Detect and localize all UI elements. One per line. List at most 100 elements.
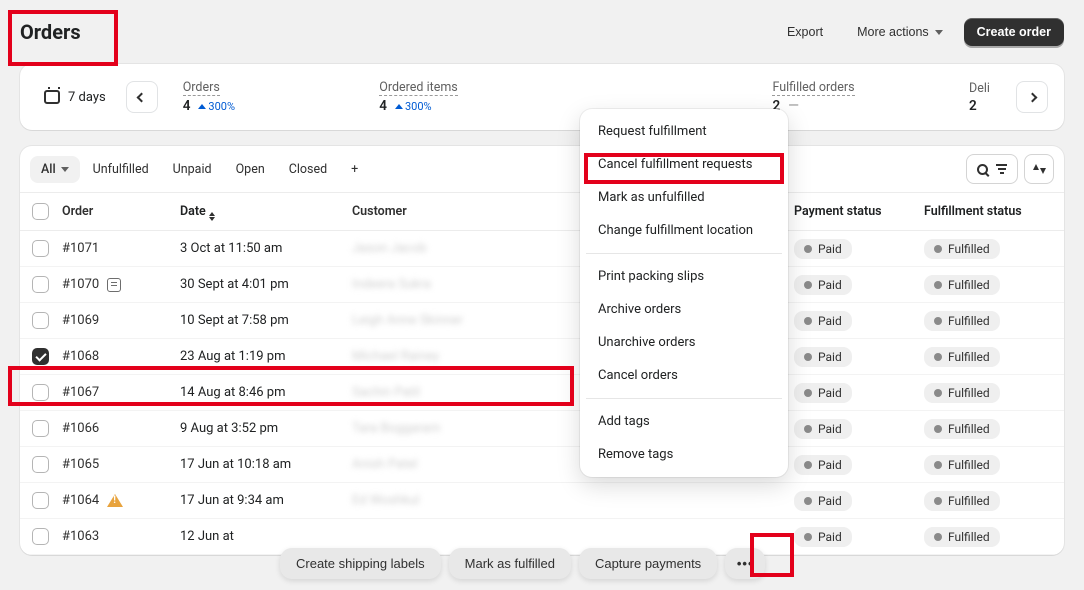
stat-delta: 300% xyxy=(198,100,235,113)
filter-icon xyxy=(996,164,1007,174)
payment-status-badge: Paid xyxy=(794,239,852,259)
stat-label: Ordered items xyxy=(379,80,457,96)
payment-status-badge: Paid xyxy=(794,491,852,511)
table-row[interactable]: #106823 Aug at 1:19 pmMichael RaineyPaid… xyxy=(20,339,1064,375)
row-checkbox[interactable] xyxy=(32,384,49,401)
col-date[interactable]: Date xyxy=(180,204,352,220)
customer-name: Sachin Patil xyxy=(352,385,602,400)
create-shipping-labels-button[interactable]: Create shipping labels xyxy=(280,548,441,579)
stat-ordered-items[interactable]: Ordered items 4 300% xyxy=(360,64,557,130)
tab-open[interactable]: Open xyxy=(225,156,276,183)
menu-item[interactable]: Mark as unfulfilled xyxy=(586,181,782,214)
stat-delivered[interactable]: Deli 2 xyxy=(950,64,1010,130)
period-selector[interactable]: 7 days xyxy=(30,64,120,130)
fulfillment-status-badge: Fulfilled xyxy=(924,347,1000,367)
chevron-down-icon xyxy=(61,167,69,172)
col-customer[interactable]: Customer xyxy=(352,204,602,219)
payment-status-badge: Paid xyxy=(794,527,852,547)
menu-item[interactable]: Unarchive orders xyxy=(586,326,782,359)
stat-value: 4 xyxy=(183,98,191,114)
menu-item[interactable]: Request fulfillment xyxy=(586,115,782,148)
menu-item[interactable]: Archive orders xyxy=(586,293,782,326)
more-actions-label: More actions xyxy=(857,25,929,39)
row-checkbox[interactable] xyxy=(32,456,49,473)
tab-closed[interactable]: Closed xyxy=(278,156,338,183)
tab-unfulfilled[interactable]: Unfulfilled xyxy=(82,156,160,183)
order-number: #1068 xyxy=(62,349,99,364)
fulfillment-status-badge: Fulfilled xyxy=(924,527,1000,547)
more-actions-button[interactable]: More actions xyxy=(844,18,956,46)
fulfillment-status-badge: Fulfilled xyxy=(924,311,1000,331)
table-row[interactable]: #106417 Jun at 9:34 amEd WoshkulPaidFulf… xyxy=(20,483,1064,519)
mark-as-fulfilled-button[interactable]: Mark as fulfilled xyxy=(449,548,571,579)
order-number: #1063 xyxy=(62,529,99,544)
payment-status-badge: Paid xyxy=(794,419,852,439)
search-filter-button[interactable] xyxy=(966,154,1018,184)
warning-icon xyxy=(107,494,123,507)
menu-item[interactable]: Add tags xyxy=(586,405,782,438)
col-payment-status[interactable]: Payment status xyxy=(794,204,924,219)
stat-delta: 300% xyxy=(395,100,432,113)
order-number: #1069 xyxy=(62,313,99,328)
fulfillment-status-badge: Fulfilled xyxy=(924,275,1000,295)
table-row[interactable]: #107030 Sept at 4:01 pmIndeera SukraPaid… xyxy=(20,267,1064,303)
menu-item[interactable]: Cancel orders xyxy=(586,359,782,392)
col-order[interactable]: Order xyxy=(62,204,180,219)
stats-prev-button[interactable] xyxy=(126,81,158,113)
export-button[interactable]: Export xyxy=(774,18,836,46)
table-row[interactable]: #10669 Aug at 3:52 pmTara BoggaramPaidFu… xyxy=(20,411,1064,447)
order-date: 10 Sept at 7:58 pm xyxy=(180,313,352,328)
menu-item[interactable]: Cancel fulfillment requests xyxy=(586,148,782,181)
row-checkbox[interactable] xyxy=(32,240,49,257)
menu-item[interactable]: Remove tags xyxy=(586,438,782,471)
table-row[interactable]: #106517 Jun at 10:18 amAnish PatelPaidFu… xyxy=(20,447,1064,483)
stat-orders[interactable]: Orders 4 300% xyxy=(164,64,361,130)
sort-icon xyxy=(1033,166,1046,172)
menu-item[interactable]: Print packing slips xyxy=(586,260,782,293)
sort-button[interactable] xyxy=(1024,154,1054,184)
tab-unpaid[interactable]: Unpaid xyxy=(162,156,223,183)
row-checkbox[interactable] xyxy=(32,312,49,329)
order-number: #1067 xyxy=(62,385,99,400)
table-row[interactable]: #106714 Aug at 8:46 pmSachin PatilPaidFu… xyxy=(20,375,1064,411)
order-date: 23 Aug at 1:19 pm xyxy=(180,349,352,364)
tab-all[interactable]: All xyxy=(30,156,80,183)
chevron-down-icon xyxy=(935,30,943,35)
stats-card: 7 days Orders 4 300% Ordered items 4 300… xyxy=(20,64,1064,130)
order-number: #1065 xyxy=(62,457,99,472)
order-date: 30 Sept at 4:01 pm xyxy=(180,277,352,292)
fulfillment-status-badge: Fulfilled xyxy=(924,239,1000,259)
note-icon xyxy=(107,278,121,292)
col-fulfillment-status[interactable]: Fulfillment status xyxy=(924,204,1052,219)
row-checkbox[interactable] xyxy=(32,348,49,365)
select-all-checkbox[interactable] xyxy=(32,203,49,220)
add-view-button[interactable]: + xyxy=(340,156,369,183)
create-order-button[interactable]: Create order xyxy=(964,18,1064,46)
bulk-actions-menu: Request fulfillmentCancel fulfillment re… xyxy=(580,109,788,477)
fulfillment-status-badge: Fulfilled xyxy=(924,383,1000,403)
row-checkbox[interactable] xyxy=(32,528,49,545)
period-label: 7 days xyxy=(68,90,106,105)
stats-next-button[interactable] xyxy=(1016,81,1048,113)
capture-payments-button[interactable]: Capture payments xyxy=(579,548,717,579)
customer-name: Tara Boggaram xyxy=(352,421,602,436)
order-date: 9 Aug at 3:52 pm xyxy=(180,421,352,436)
table-row[interactable]: #10713 Oct at 11:50 amJason JacobPaidFul… xyxy=(20,231,1064,267)
order-number: #1064 xyxy=(62,493,99,508)
table-row[interactable]: #1069 10 Sept at 7:58 pmLeigh Anne Skinne… xyxy=(20,303,1064,339)
stat-label: Orders xyxy=(183,80,220,96)
more-bulk-actions-button[interactable]: ••• xyxy=(725,548,765,579)
chevron-left-icon xyxy=(137,92,147,102)
row-checkbox[interactable] xyxy=(32,420,49,437)
page-title: Orders xyxy=(20,20,81,44)
order-number: #1071 xyxy=(62,241,99,256)
order-date: 17 Jun at 10:18 am xyxy=(180,457,352,472)
menu-item[interactable]: Change fulfillment location xyxy=(586,214,782,247)
customer-name: Anish Patel xyxy=(352,457,602,472)
stat-delta: — xyxy=(788,98,799,114)
row-checkbox[interactable] xyxy=(32,492,49,509)
stat-label: Fulfilled orders xyxy=(772,80,854,96)
customer-name: Leigh Anne Skinner xyxy=(352,313,602,328)
row-checkbox[interactable] xyxy=(32,276,49,293)
fulfillment-status-badge: Fulfilled xyxy=(924,455,1000,475)
